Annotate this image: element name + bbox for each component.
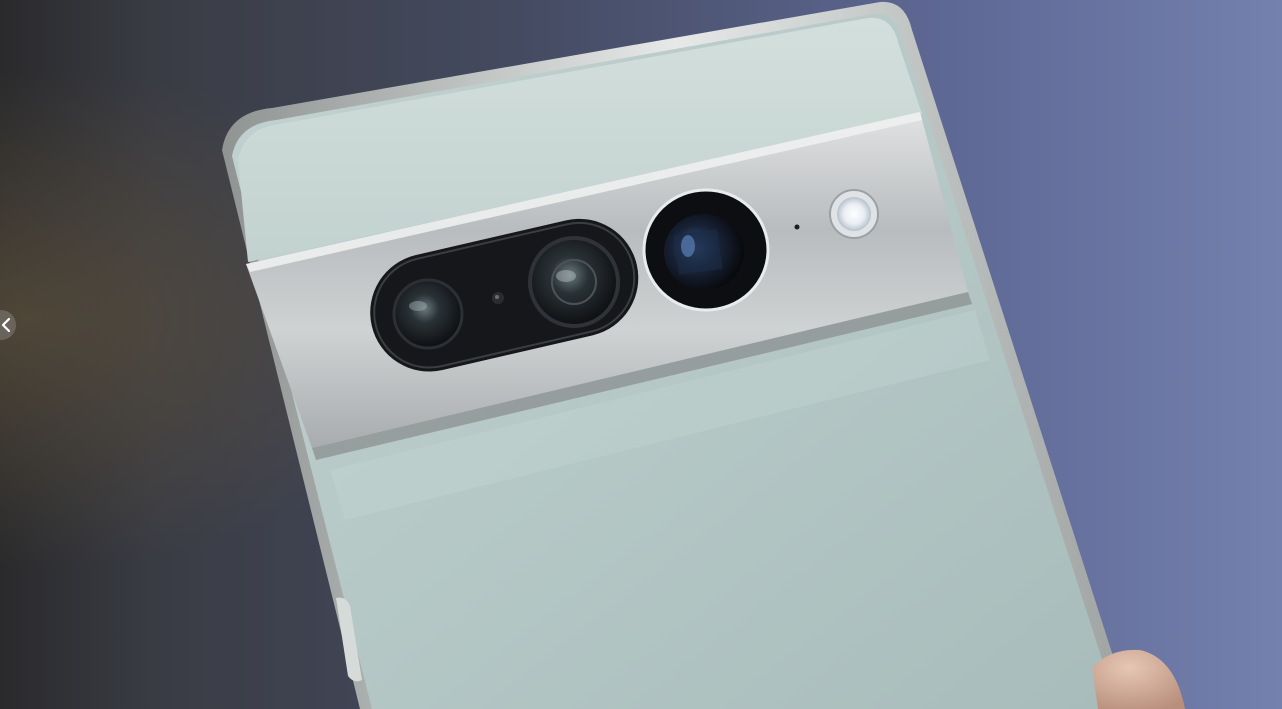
microphone-hole: [794, 224, 800, 230]
phone-camera-bar-photo: [0, 0, 1282, 709]
chevron-left-icon: [1, 317, 11, 333]
photo-viewer: [0, 0, 1282, 709]
